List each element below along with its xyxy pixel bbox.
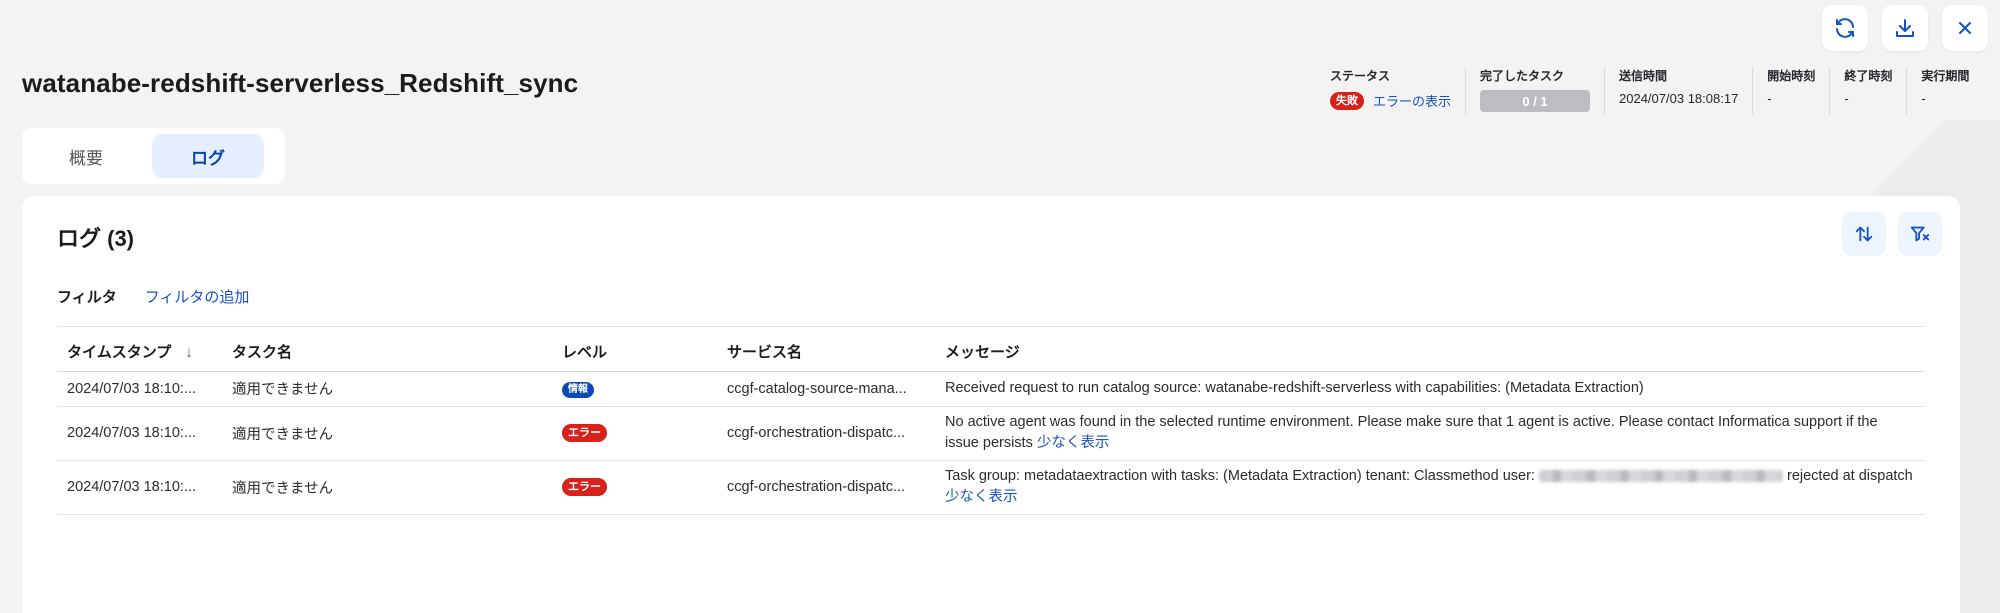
filter-label: フィルタ — [57, 289, 117, 306]
start-label: 開始時刻 — [1767, 69, 1816, 83]
sent-label: 送信時間 — [1619, 69, 1668, 83]
table-header-row: タイムスタンプ ↓ タスク名 レベル サービス名 メッセージ — [57, 327, 1925, 372]
close-button[interactable] — [1942, 5, 1988, 51]
meta-end: 終了時刻 - — [1829, 67, 1906, 115]
cell-level: エラー — [552, 406, 717, 461]
refresh-button[interactable] — [1822, 5, 1868, 51]
cell-service: ccgf-orchestration-dispatc... — [717, 460, 935, 515]
column-level[interactable]: レベル — [552, 327, 717, 372]
refresh-icon — [1836, 18, 1854, 38]
meta-start: 開始時刻 - — [1752, 67, 1829, 115]
filter-clear-icon — [1910, 226, 1930, 242]
level-badge-error: エラー — [562, 424, 607, 442]
sort-down-icon[interactable]: ↓ — [185, 344, 193, 361]
close-icon — [1959, 22, 1971, 34]
cell-level: エラー — [552, 460, 717, 515]
download-icon — [1896, 19, 1914, 37]
cell-task: 適用できません — [222, 406, 552, 461]
tab-log[interactable]: ログ — [152, 134, 264, 178]
cell-service: ccgf-catalog-source-mana... — [717, 371, 935, 407]
cell-timestamp: 2024/07/03 18:10:... — [57, 371, 222, 407]
cell-task: 適用できません — [222, 371, 552, 407]
page-title: watanabe-redshift-serverless_Redshift_sy… — [22, 68, 579, 98]
cell-message: Received request to run catalog source: … — [935, 371, 1925, 407]
sent-value: 2024/07/03 18:08:17 — [1619, 91, 1739, 106]
cell-message: Task group: metadataextraction with task… — [935, 460, 1925, 515]
meta-tasks: 完了したタスク 0 / 1 — [1465, 67, 1604, 115]
start-value: - — [1767, 91, 1772, 106]
end-label: 終了時刻 — [1844, 69, 1893, 83]
window-actions — [1822, 5, 1988, 51]
show-errors-link[interactable]: エラーの表示 — [1373, 91, 1451, 110]
log-table-container: タイムスタンプ ↓ タスク名 レベル サービス名 メッセージ 2024/07/03… — [57, 326, 1925, 515]
table-row: 2024/07/03 18:10:... 適用できません エラー ccgf-or… — [57, 406, 1925, 461]
redacted-email — [1538, 470, 1783, 483]
column-timestamp[interactable]: タイムスタンプ ↓ — [57, 327, 222, 372]
meta-sent: 送信時間 2024/07/03 18:08:17 — [1604, 67, 1752, 115]
column-task[interactable]: タスク名 — [222, 327, 552, 372]
cell-service: ccgf-orchestration-dispatc... — [717, 406, 935, 461]
log-table: タイムスタンプ ↓ タスク名 レベル サービス名 メッセージ 2024/07/03… — [57, 327, 1925, 515]
cell-message: No active agent was found in the selecte… — [935, 406, 1925, 461]
level-badge-error: エラー — [562, 478, 607, 496]
column-message[interactable]: メッセージ — [935, 327, 1925, 372]
table-row: 2024/07/03 18:10:... 適用できません 情報 ccgf-cat… — [57, 371, 1925, 407]
filter-row: フィルタ フィルタの追加 — [57, 286, 249, 307]
add-filter-link[interactable]: フィルタの追加 — [145, 286, 250, 307]
cell-level: 情報 — [552, 371, 717, 407]
tasks-label: 完了したタスク — [1480, 69, 1565, 83]
table-row: 2024/07/03 18:10:... 適用できません エラー ccgf-or… — [57, 460, 1925, 515]
message-text-suffix: rejected at dispatch — [1786, 468, 1913, 484]
cell-timestamp: 2024/07/03 18:10:... — [57, 406, 222, 461]
meta-duration: 実行期間 - — [1906, 67, 1983, 115]
show-less-link[interactable]: 少なく表示 — [1037, 435, 1110, 451]
status-label: ステータス — [1330, 69, 1391, 83]
log-panel: ログ (3) フィルタ フィルタの追加 タイムスタンプ ↓ タスク名 レベル サ… — [22, 196, 1960, 613]
cell-timestamp: 2024/07/03 18:10:... — [57, 460, 222, 515]
cell-task: 適用できません — [222, 460, 552, 515]
sort-arrows-icon — [1855, 226, 1873, 242]
log-actions — [1842, 212, 1942, 256]
show-less-link[interactable]: 少なく表示 — [945, 489, 1018, 505]
level-badge-info: 情報 — [562, 381, 594, 398]
status-badge: 失敗 — [1330, 91, 1364, 110]
tab-overview[interactable]: 概要 — [30, 134, 142, 178]
end-value: - — [1844, 91, 1849, 106]
duration-value: - — [1921, 91, 1926, 106]
meta-status: ステータス 失敗 エラーの表示 — [1316, 67, 1465, 115]
sort-button[interactable] — [1842, 212, 1886, 256]
column-service[interactable]: サービス名 — [717, 327, 935, 372]
job-meta: ステータス 失敗 エラーの表示 完了したタスク 0 / 1 送信時間 2024/… — [1316, 67, 1983, 115]
tasks-progress: 0 / 1 — [1480, 90, 1591, 112]
download-button[interactable] — [1882, 5, 1928, 51]
message-text: Task group: metadataextraction with task… — [945, 468, 1535, 484]
tab-bar: 概要 ログ — [22, 128, 285, 184]
log-title: ログ (3) — [57, 226, 135, 251]
duration-label: 実行期間 — [1921, 69, 1970, 83]
clear-filter-button[interactable] — [1898, 212, 1942, 256]
